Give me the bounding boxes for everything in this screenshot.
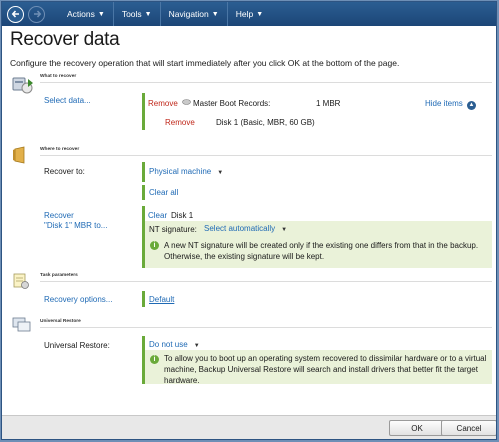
default-options-link[interactable]: Default [149,295,174,304]
chevron-down-icon: ▼ [256,10,264,18]
section-heading-task-parameters: Task parameters [40,273,78,278]
folder-icon [12,146,30,166]
nt-signature-value: Select automatically [204,224,276,233]
select-data-link[interactable]: Select data... [44,96,91,105]
clear-all-link[interactable]: Clear all [149,188,178,197]
recover-to-label: Recover to: [44,167,85,176]
universal-restore-value: Do not use [149,340,188,349]
mbr-item-size: 1 MBR [316,99,341,108]
section-divider [40,281,492,282]
info-icon: i [150,240,159,250]
main-menu: Actions ▼ Tools ▼ Navigation ▼ Help ▼ [59,2,271,26]
ok-button[interactable]: OK [389,420,445,436]
cancel-button[interactable]: Cancel [441,420,496,436]
what-to-recover-bar [142,93,145,130]
forward-button[interactable] [28,5,45,23]
section-divider [40,82,492,83]
universal-restore-info-text: To allow you to boot up an operating sys… [164,354,487,385]
remove-mbr-link[interactable]: Remove [148,99,178,108]
menu-navigation[interactable]: Navigation ▼ [161,2,228,26]
universal-restore-icon [12,317,32,335]
chevron-down-icon: ▼ [97,10,105,18]
page-title: Recover data [10,29,120,50]
page-description: Configure the recovery operation that wi… [10,58,400,68]
menu-actions-label: Actions [67,9,95,19]
mbr-item-icon [182,98,191,108]
chevron-down-icon: ▼ [211,10,219,18]
recover-to-bar [142,162,145,182]
clear-all-bar [142,185,145,200]
menu-tools[interactable]: Tools ▼ [114,2,161,26]
universal-restore-dropdown[interactable]: Do not use ▼ [149,340,200,349]
recovery-options-link[interactable]: Recovery options... [44,295,112,304]
dropdown-arrow-icon: ▼ [281,227,288,233]
menu-navigation-label: Navigation [168,9,209,19]
dropdown-arrow-icon: ▼ [217,170,224,176]
arrow-left-icon [11,10,19,18]
section-heading-where-to-recover: Where to recover [40,147,80,152]
hide-items-label: Hide items [425,99,463,108]
info-icon: i [150,354,159,364]
chevron-up-icon: ▲ [467,100,477,110]
nt-signature-info-text: A new NT signature will be created only … [164,241,479,261]
mbr-item-name: Master Boot Records: [193,99,271,108]
nt-signature-label: NT signature: [149,225,197,234]
clear-target-link[interactable]: Clear [148,211,167,220]
menu-actions[interactable]: Actions ▼ [59,2,114,26]
chevron-down-icon: ▼ [144,10,152,18]
bottom-button-bar: OK Cancel [2,415,496,439]
section-heading-universal-restore: Universal Restore [40,319,81,324]
menu-help[interactable]: Help ▼ [228,2,271,26]
section-divider [40,155,492,156]
recover-disk-label-2[interactable]: "Disk 1" MBR to... [44,221,107,230]
top-toolbar: Actions ▼ Tools ▼ Navigation ▼ Help ▼ [2,2,496,26]
section-divider [40,327,492,328]
recover-disk-label-1[interactable]: Recover [44,211,74,220]
target-disk-name: Disk 1 [171,211,194,220]
back-button[interactable] [7,5,24,23]
remove-disk-link[interactable]: Remove [165,118,195,127]
nt-signature-dropdown[interactable]: Select automatically ▼ [204,224,287,233]
menu-help-label: Help [235,9,254,19]
dropdown-arrow-icon: ▼ [193,343,200,349]
recover-to-value: Physical machine [149,167,212,176]
recover-to-dropdown[interactable]: Physical machine ▼ [149,167,223,176]
task-parameters-icon [12,272,30,292]
universal-restore-label: Universal Restore: [44,341,110,350]
hide-items-link[interactable]: Hide items ▲ [425,99,477,110]
disk-recover-icon [12,74,34,96]
arrow-right-icon [33,10,41,18]
menu-tools-label: Tools [121,9,142,19]
recovery-options-bar [142,291,145,307]
section-heading-what-to-recover: What to recover [40,74,77,79]
recover-data-window: Actions ▼ Tools ▼ Navigation ▼ Help ▼ Re… [1,1,497,440]
disk-item-name: Disk 1 (Basic, MBR, 60 GB) [216,118,315,127]
